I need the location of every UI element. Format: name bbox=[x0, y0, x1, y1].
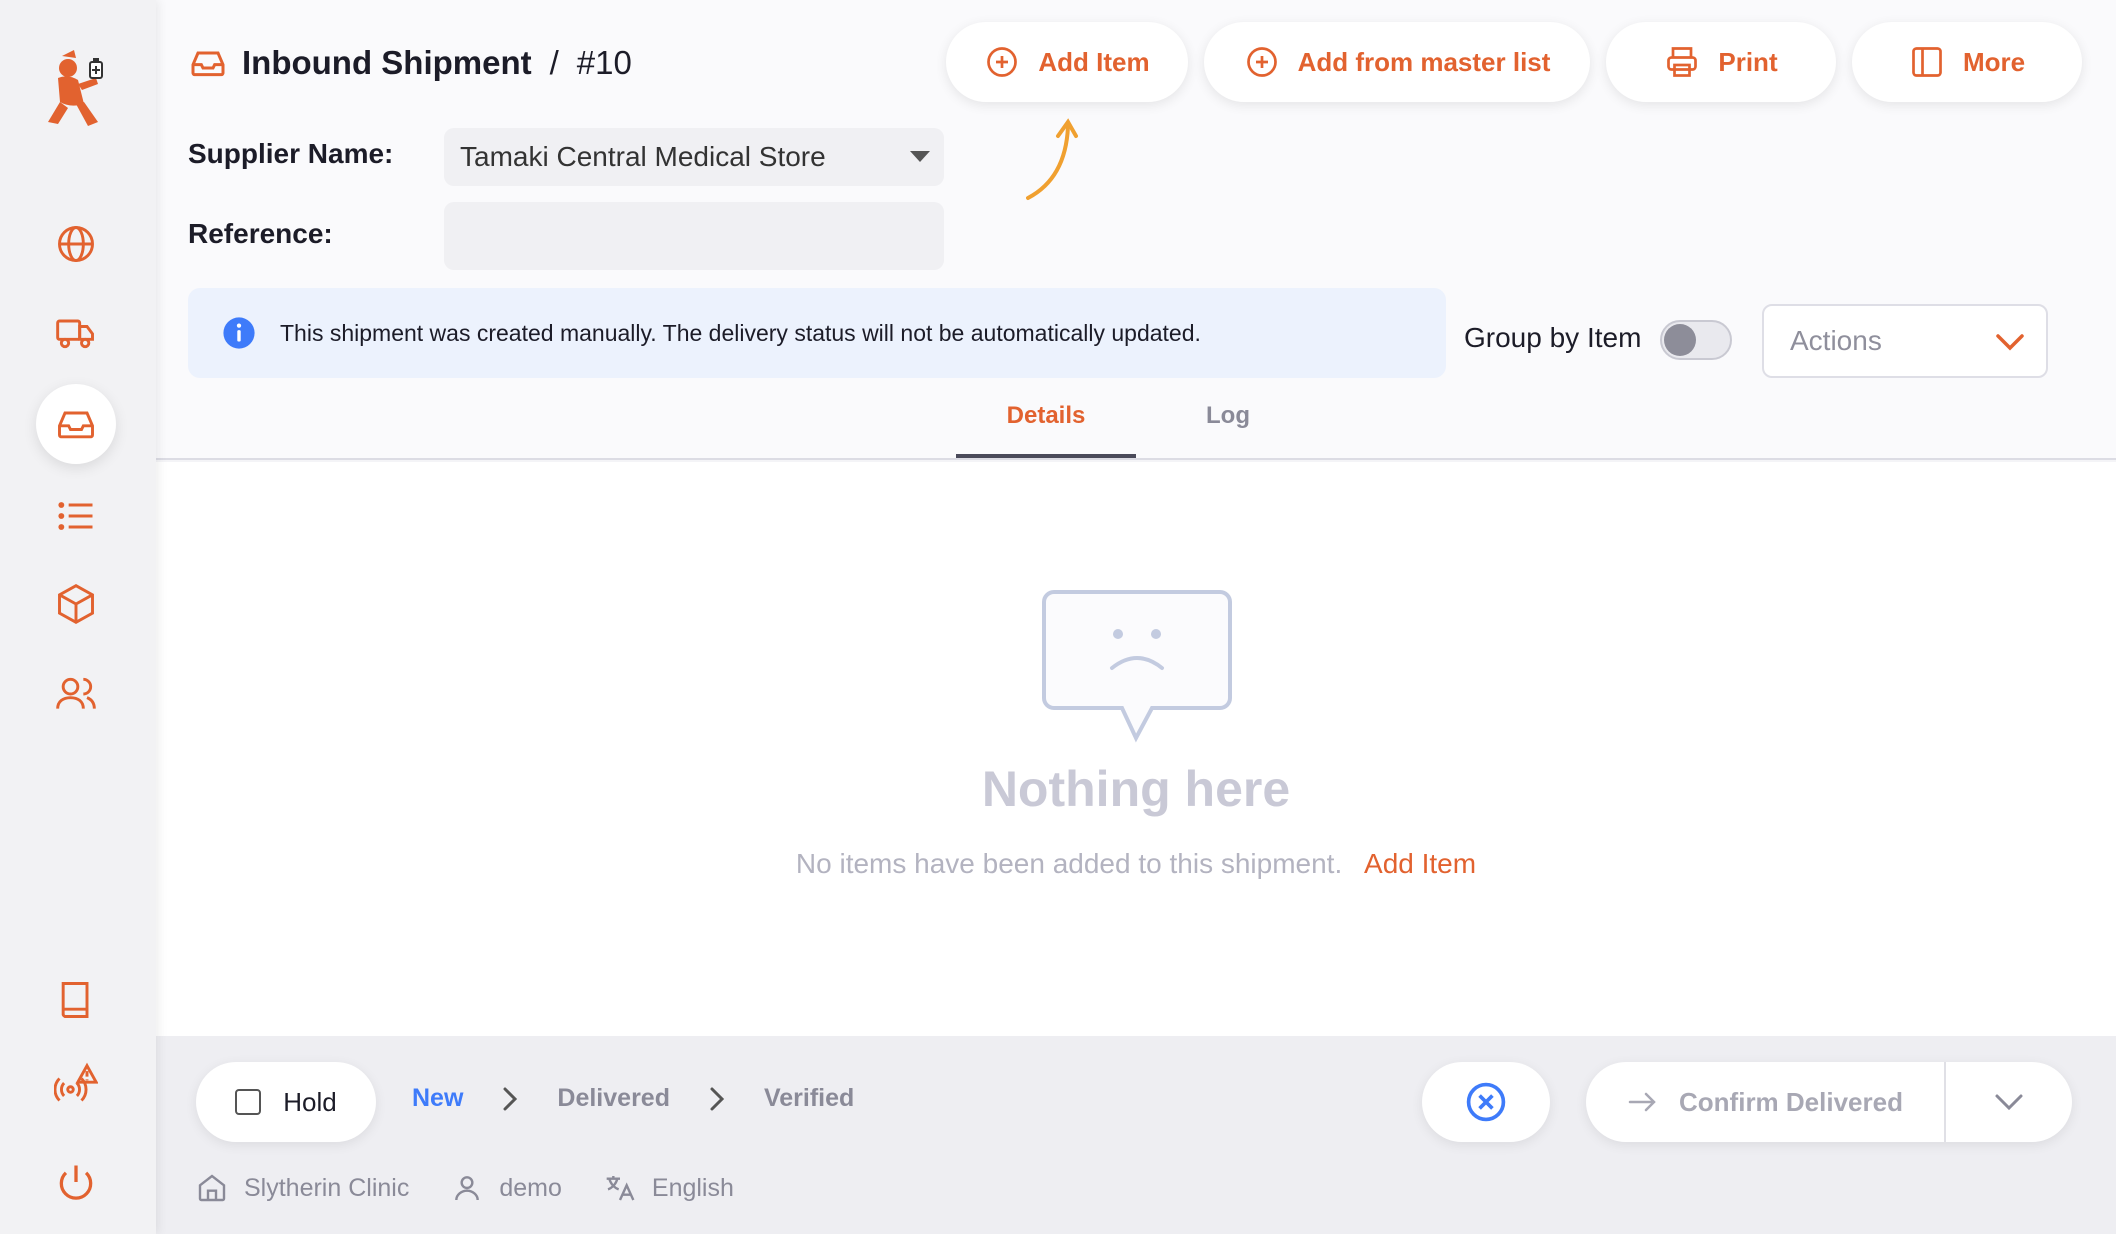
sidebar-item-catalogue[interactable] bbox=[36, 476, 116, 556]
chevron-right-icon bbox=[710, 1087, 725, 1110]
status-stepper: New Delivered Verified bbox=[412, 1084, 854, 1113]
info-banner: This shipment was created manually. The … bbox=[188, 288, 1446, 378]
hold-checkbox[interactable] bbox=[235, 1089, 262, 1115]
user-name: demo bbox=[499, 1173, 562, 1202]
more-button[interactable]: More bbox=[1852, 22, 2082, 102]
confirm-delivered-button[interactable]: Confirm Delivered bbox=[1586, 1062, 1946, 1142]
chevron-down-icon bbox=[1995, 1094, 2023, 1111]
chevron-down-icon bbox=[1996, 334, 2024, 351]
breadcrumb-title[interactable]: Inbound Shipment bbox=[242, 44, 532, 82]
status-new: New bbox=[412, 1084, 464, 1112]
tab-log[interactable]: Log bbox=[1140, 402, 1316, 458]
footer: Hold New Delivered Verified Confirm Deli… bbox=[156, 1036, 2116, 1234]
empty-state-message: No items have been added to this shipmen… bbox=[795, 848, 1343, 879]
empty-state-text: No items have been added to this shipmen… bbox=[156, 848, 2116, 880]
empty-state-title: Nothing here bbox=[981, 761, 1291, 817]
store-name: Slytherin Clinic bbox=[244, 1173, 410, 1202]
toggle-knob bbox=[1664, 324, 1696, 356]
print-button[interactable]: Print bbox=[1606, 22, 1836, 102]
status-verified: Verified bbox=[763, 1084, 855, 1112]
box-icon bbox=[58, 583, 94, 625]
status-delivered: Delivered bbox=[557, 1084, 670, 1112]
arrow-right-icon bbox=[1628, 1092, 1656, 1112]
supplier-select[interactable]: Tamaki Central Medical Store bbox=[444, 128, 944, 186]
sidebar-panel-icon bbox=[1912, 47, 1942, 77]
add-item-label: Add Item bbox=[1038, 46, 1150, 77]
chevron-right-icon bbox=[503, 1087, 518, 1110]
inbox-icon bbox=[188, 43, 228, 83]
sidebar-item-inventory[interactable] bbox=[36, 564, 116, 644]
hold-button[interactable]: Hold bbox=[196, 1062, 376, 1142]
sidebar-item-distribution[interactable] bbox=[36, 292, 116, 372]
page-title: Inbound Shipment / #10 bbox=[188, 38, 632, 88]
plus-circle-icon bbox=[987, 47, 1018, 77]
truck-icon bbox=[56, 319, 94, 349]
tab-details[interactable]: Details bbox=[956, 402, 1136, 458]
add-item-button[interactable]: Add Item bbox=[946, 22, 1188, 102]
sidebar bbox=[0, 0, 156, 1234]
sync-alert-icon bbox=[54, 1062, 98, 1102]
app-logo-icon bbox=[40, 48, 110, 132]
main-content: Nothing here No items have been added to… bbox=[156, 462, 2116, 1036]
reference-label: Reference: bbox=[188, 218, 333, 249]
power-icon bbox=[59, 1165, 93, 1200]
group-by-item-label: Group by Item bbox=[1464, 322, 1642, 353]
hold-label: Hold bbox=[283, 1086, 337, 1117]
footer-info: Slytherin Clinic demo English bbox=[196, 1172, 758, 1204]
list-icon bbox=[58, 502, 93, 530]
globe-icon bbox=[58, 226, 94, 262]
language-name: English bbox=[651, 1173, 734, 1202]
sidebar-item-logout[interactable] bbox=[36, 1142, 116, 1222]
translate-icon bbox=[606, 1176, 635, 1201]
caret-down-icon bbox=[910, 151, 930, 162]
supplier-label: Supplier Name: bbox=[188, 138, 394, 169]
user-icon bbox=[455, 1176, 480, 1201]
add-from-master-list-button[interactable]: Add from master list bbox=[1204, 22, 1590, 102]
language-indicator[interactable]: English bbox=[604, 1172, 734, 1204]
group-by-item-toggle[interactable] bbox=[1660, 320, 1732, 360]
pointer-arrow-icon bbox=[1026, 118, 1078, 200]
sad-message-icon bbox=[1042, 590, 1232, 743]
info-text: This shipment was created manually. The … bbox=[280, 319, 1201, 346]
header: Inbound Shipment / #10 Add Item Add from… bbox=[156, 0, 2116, 460]
sidebar-item-replenishment[interactable] bbox=[36, 384, 116, 464]
more-label: More bbox=[1962, 46, 2026, 77]
breadcrumb-separator: / bbox=[549, 44, 559, 81]
confirm-options-button[interactable] bbox=[1946, 1062, 2072, 1142]
book-icon bbox=[61, 982, 89, 1018]
inbox-icon bbox=[58, 411, 94, 439]
info-icon bbox=[223, 317, 255, 349]
user-indicator[interactable]: demo bbox=[451, 1172, 562, 1204]
confirm-delivered-label: Confirm Delivered bbox=[1679, 1086, 1903, 1117]
supplier-value: Tamaki Central Medical Store bbox=[460, 141, 826, 172]
reference-input[interactable] bbox=[444, 202, 944, 270]
users-icon bbox=[56, 677, 96, 709]
actions-label: Actions bbox=[1790, 325, 1882, 356]
sidebar-item-sync[interactable] bbox=[36, 1044, 116, 1124]
sidebar-item-docs[interactable] bbox=[36, 960, 116, 1040]
close-circle-icon bbox=[1466, 1082, 1506, 1122]
store-indicator[interactable]: Slytherin Clinic bbox=[196, 1172, 409, 1204]
add-from-master-list-label: Add from master list bbox=[1297, 46, 1551, 77]
sidebar-item-patients[interactable] bbox=[36, 654, 116, 734]
actions-select[interactable]: Actions bbox=[1762, 304, 2048, 378]
printer-icon bbox=[1667, 47, 1698, 77]
print-label: Print bbox=[1718, 46, 1778, 77]
home-icon bbox=[198, 1174, 226, 1202]
shipment-number: #10 bbox=[576, 44, 632, 81]
sidebar-item-dashboard[interactable] bbox=[36, 204, 116, 284]
empty-state-add-item-link[interactable]: Add Item bbox=[1364, 848, 1476, 879]
plus-circle-icon bbox=[1246, 47, 1277, 77]
cancel-button[interactable] bbox=[1422, 1062, 1550, 1142]
confirm-delivered-split-button: Confirm Delivered bbox=[1586, 1062, 2072, 1142]
